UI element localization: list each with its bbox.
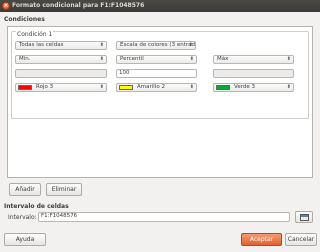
color-swatch [18,85,32,90]
dropdown-arrow-icon: ⬍ [188,42,193,48]
range-section-label: Intervalo de celdas [4,203,69,210]
conditions-list: Condición 1 Todas las celdas ⬍ Escala de… [7,26,313,178]
format-style-dropdown[interactable]: Escala de colores (3 entradas) ⬍ [116,41,196,50]
dropdown-arrow-icon: ⬍ [99,56,104,62]
dropdown-arrow-icon: ⬍ [189,84,194,90]
range-field-label: Intervalo: [8,214,37,221]
close-icon[interactable]: × [2,2,10,10]
accept-button[interactable]: Aceptar [241,233,282,246]
entry-2-color-dropdown[interactable]: Amarillo 2 ⬍ [116,83,197,92]
entry-1-color-name: Rojo 3 [36,84,54,90]
dropdown-arrow-icon: ⬍ [99,84,104,90]
help-button[interactable]: Ayuda [4,233,46,246]
entry-3-color-dropdown[interactable]: Verde 3 ⬍ [213,83,294,92]
color-swatch [119,85,133,90]
dropdown-arrow-icon: ⬍ [189,56,194,62]
entry-3-type-dropdown[interactable]: Máx ⬍ [213,55,294,64]
conditions-section-label: Condiciones [4,16,45,23]
cancel-button[interactable]: Cancelar [285,233,317,246]
format-style-value: Escala de colores (3 entradas) [120,42,196,48]
entry-2-value-field[interactable]: 100 [116,69,197,78]
entry-3-value-field [213,69,294,78]
window-title: Formato condicional para F1:F1048576 [12,2,145,9]
remove-button[interactable]: Eliminar [46,183,82,196]
color-swatch [216,85,230,90]
dropdown-arrow-icon: ⬍ [286,56,291,62]
shrink-range-button[interactable] [295,211,313,223]
entry-2-type-dropdown[interactable]: Percentil ⬍ [116,55,197,64]
entry-1-color-dropdown[interactable]: Rojo 3 ⬍ [15,83,107,92]
entry-1-type-value: Mín. [19,56,31,62]
condition-title: Condición 1 [16,31,54,38]
entry-3-type-value: Máx [217,56,229,62]
applies-to-value: Todas las celdas [19,42,64,48]
range-input[interactable]: F1:F1048576 [38,212,290,222]
condition-frame: Condición 1 Todas las celdas ⬍ Escala de… [11,31,309,119]
entry-2-color-name: Amarillo 2 [137,84,165,90]
entry-1-value-field [15,69,107,78]
dropdown-arrow-icon: ⬍ [99,42,104,48]
shrink-range-icon [300,214,309,221]
add-button[interactable]: Añadir [9,183,41,196]
applies-to-dropdown[interactable]: Todas las celdas ⬍ [15,41,107,50]
dropdown-arrow-icon: ⬍ [286,84,291,90]
entry-2-type-value: Percentil [120,56,144,62]
title-bar: × Formato condicional para F1:F1048576 [0,0,320,12]
entry-1-type-dropdown[interactable]: Mín. ⬍ [15,55,107,64]
entry-3-color-name: Verde 3 [234,84,256,90]
